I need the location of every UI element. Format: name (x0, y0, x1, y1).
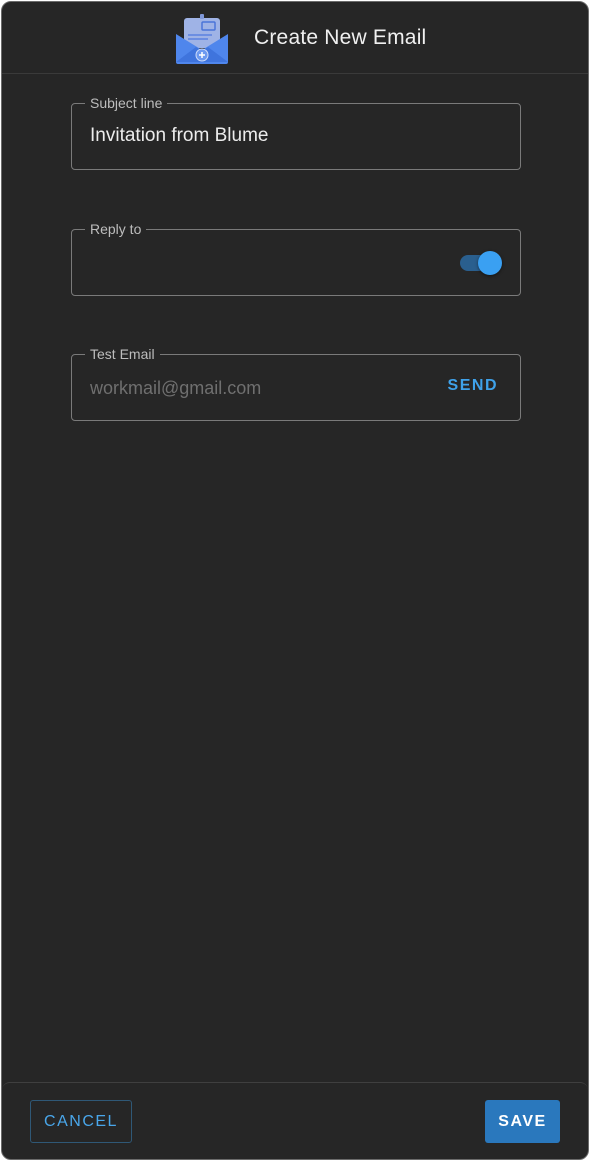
cancel-button[interactable]: CANCEL (30, 1100, 132, 1143)
dialog-header: Create New Email (2, 2, 588, 74)
subject-line-label: Subject line (85, 94, 168, 112)
send-test-email-button[interactable]: SEND (448, 377, 498, 395)
reply-to-label: Reply to (85, 220, 147, 238)
dialog-title: Create New Email (254, 26, 427, 49)
reply-to-field: Reply to (71, 220, 521, 296)
email-open-plus-icon (176, 14, 228, 64)
create-email-dialog: Create New Email Subject line Invitation… (1, 1, 589, 1160)
test-email-input[interactable] (90, 373, 420, 403)
test-email-field: Test Email SEND (71, 345, 521, 421)
reply-to-toggle[interactable] (460, 251, 502, 275)
subject-line-value[interactable]: Invitation from Blume (90, 125, 268, 147)
test-email-label: Test Email (85, 345, 160, 363)
save-button[interactable]: SAVE (485, 1100, 560, 1143)
subject-line-field[interactable]: Subject line Invitation from Blume (71, 94, 521, 170)
dialog-footer: CANCEL SAVE (2, 1082, 588, 1159)
toggle-thumb (478, 251, 502, 275)
